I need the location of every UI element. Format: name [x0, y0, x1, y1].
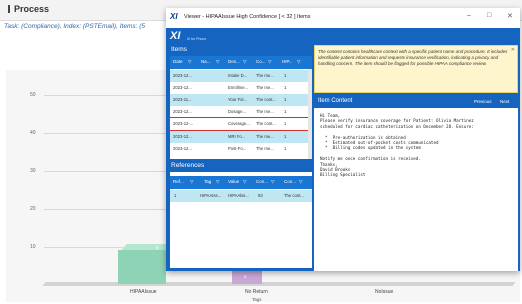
minimize-button[interactable]: – [467, 12, 471, 19]
column-date[interactable]: Date [173, 59, 183, 64]
window-title: Viewer - HIPAAIssue High Confidence [ < … [184, 14, 311, 20]
items-header: Items [171, 46, 187, 53]
bar-value-label: 2 [244, 274, 247, 279]
brand-logo: XI [170, 30, 181, 42]
task-subtitle: Task: (Compliance), Index: (PSTEmail), I… [4, 23, 145, 30]
page-title: Process [8, 4, 49, 14]
table-row[interactable]: 2023-11... Your Fol... The cont... 1 [170, 94, 308, 106]
filter-icon[interactable]: ▽ [216, 59, 219, 65]
y-tick-label: 40 [30, 130, 36, 136]
y-tick-label: 50 [30, 92, 36, 98]
filter-icon[interactable]: ▽ [297, 59, 300, 65]
brand-tagline: Xi for Phone [187, 37, 207, 41]
y-tick-label: 20 [30, 206, 36, 212]
filter-icon[interactable]: ▽ [243, 59, 246, 65]
item-content-title: Item Content [318, 98, 353, 104]
notice-text: The content contains healthcare context … [318, 49, 508, 66]
table-row[interactable]: 2023-12... Enrollme... The me... 1 [170, 82, 308, 94]
filter-icon[interactable]: ▽ [268, 59, 271, 65]
column-hipaa[interactable]: HIP... [282, 59, 293, 64]
next-button[interactable]: Next [500, 99, 509, 104]
bar-no-return[interactable] [232, 271, 262, 284]
x-tick-label: No Return [245, 289, 268, 295]
references-column-headers: Ref... ▽ Tag ▽ Value ▽ Con... ▽ Con... ▽ [170, 176, 312, 189]
table-row-selected[interactable]: 2023-12-... Coverage... The cont... 1 [169, 117, 309, 131]
title-bar: XI Viewer - HIPAAIssue High Confidence [… [166, 8, 520, 28]
y-tick-label: 30 [30, 168, 36, 174]
bar-value-label: 9 [156, 245, 159, 250]
x-tick-label: NoIssue [375, 289, 394, 295]
items-grid: Date ▽ Na... ▽ Des... ▽ Co... ▽ HIP... ▽… [169, 56, 312, 159]
ai-notice: The content contains healthcare context … [314, 45, 518, 93]
y-tick-label: 10 [30, 244, 36, 250]
filter-icon[interactable]: ▽ [188, 59, 191, 65]
close-button[interactable]: ✕ [507, 12, 513, 20]
x-axis-label: Tags [252, 297, 262, 302]
item-content-header: Item Content Previous Next [314, 94, 518, 108]
column-tag[interactable]: Tag [204, 179, 211, 184]
table-row[interactable]: 2023-12... MRI Fo... The me... 1 [170, 131, 308, 143]
filter-icon[interactable]: ▽ [271, 179, 274, 185]
items-scrollbar[interactable] [308, 69, 312, 159]
bar-hipaaissue[interactable] [118, 250, 166, 284]
items-column-headers: Date ▽ Na... ▽ Des... ▽ Co... ▽ HIP... ▽ [170, 56, 312, 69]
table-row[interactable]: 2023-12... Dosage... The me... 1 [170, 106, 308, 118]
viewer-window: XI Viewer - HIPAAIssue High Confidence [… [166, 8, 520, 271]
close-icon[interactable]: ✕ [511, 47, 515, 53]
column-content[interactable]: Con... [284, 179, 296, 184]
app-logo: XI [170, 12, 178, 21]
filter-icon[interactable]: ▽ [216, 179, 219, 185]
maximize-button[interactable]: □ [487, 12, 491, 19]
references-header: References [171, 162, 205, 169]
references-grid: Ref... ▽ Tag ▽ Value ▽ Con... ▽ Con... ▽… [170, 172, 312, 268]
email-text: Hi Team, Please verify insurance coverag… [320, 113, 474, 178]
chart-floor [42, 282, 516, 286]
filter-icon[interactable]: ▽ [243, 179, 246, 185]
column-confidence[interactable]: Con... [256, 179, 268, 184]
column-value[interactable]: Value [228, 179, 239, 184]
column-description[interactable]: Des... [228, 59, 240, 64]
column-content[interactable]: Co... [256, 59, 266, 64]
filter-icon[interactable]: ▽ [190, 179, 193, 185]
table-row[interactable]: 2023-12... Post-Fo... The me... 1 [170, 143, 308, 152]
column-ref[interactable]: Ref... [173, 179, 184, 184]
table-row[interactable]: 2023-12... Intake D... The me... 1 [170, 70, 308, 82]
filter-icon[interactable]: ▽ [299, 179, 302, 185]
item-content-body: Hi Team, Please verify insurance coverag… [314, 108, 518, 271]
x-tick-label: HIPAAIssue [130, 289, 157, 295]
previous-button[interactable]: Previous [474, 99, 492, 104]
column-name[interactable]: Na... [201, 59, 211, 64]
table-row[interactable]: 1 HIPAAIss... HIPAAlss... 93 The cont... [170, 190, 312, 202]
